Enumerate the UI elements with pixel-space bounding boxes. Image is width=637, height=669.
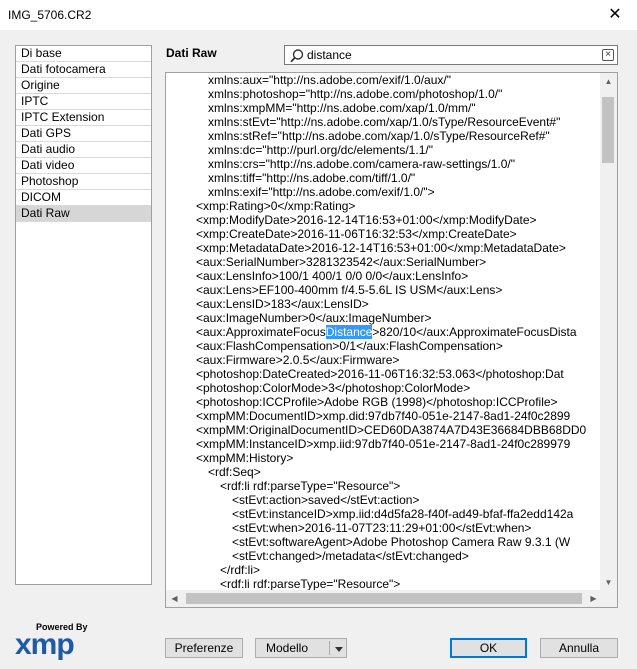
xml-line: <stEvt:action>saved</stEvt:action>	[232, 493, 420, 507]
sidebar-item[interactable]: Dati GPS	[16, 126, 151, 142]
xml-line: xmlns:crs="http://ns.adobe.com/camera-ra…	[208, 157, 515, 171]
xmp-logo-word: xmp	[15, 628, 75, 661]
xml-line: <xmpMM:History>	[196, 451, 294, 465]
horizontal-scroll-thumb[interactable]	[186, 593, 582, 604]
xmp-logo: Powered By xmp	[15, 622, 95, 662]
xml-line: <stEvt:instanceID>xmp.iid:d4d5fa28-f40f-…	[232, 507, 574, 521]
xml-line: <aux:LensInfo>100/1 400/1 0/0 0/0</aux:L…	[196, 269, 469, 283]
xml-line: <xmpMM:OriginalDocumentID>CED60DA3874A7D…	[196, 423, 587, 437]
xml-line: xmlns:dc="http://purl.org/dc/elements/1.…	[208, 143, 433, 157]
sidebar-item[interactable]: DICOM	[16, 190, 151, 206]
chevron-down-icon[interactable]	[332, 643, 346, 655]
xml-line: xmlns:exif="http://ns.adobe.com/exif/1.0…	[208, 185, 435, 199]
horizontal-scrollbar[interactable]: ◀ ▶	[166, 590, 602, 607]
xml-line: <stEvt:softwareAgent>Adobe Photoshop Cam…	[232, 535, 571, 549]
xml-text: <aux:ApproximateFocus	[196, 325, 326, 339]
clear-search-icon[interactable]: ×	[602, 49, 614, 61]
ok-button[interactable]: OK	[450, 638, 527, 658]
xml-line: <photoshop:DateCreated>2016-11-06T16:32:…	[196, 367, 564, 381]
xml-line: <aux:ApproximateFocusDistance>820/10</au…	[196, 325, 577, 339]
category-list: Di base Dati fotocamera Origine IPTC IPTC Ex…	[15, 45, 152, 585]
xml-line: <rdf:li rdf:parseType="Resource">	[220, 577, 401, 591]
sidebar-item[interactable]: Photoshop	[16, 174, 151, 190]
xml-content[interactable]: xmlns:aux="http://ns.adobe.com/exif/1.0/…	[166, 73, 597, 591]
template-button-label: Modello	[266, 641, 309, 655]
xml-line: <aux:ImageNumber>0</aux:ImageNumber>	[196, 311, 432, 325]
xml-line: <photoshop:ICCProfile>Adobe RGB (1998)</…	[196, 395, 558, 409]
xml-line: xmlns:tiff="http://ns.adobe.com/tiff/1.0…	[208, 171, 416, 185]
xml-viewer[interactable]: xmlns:aux="http://ns.adobe.com/exif/1.0/…	[165, 72, 618, 608]
cancel-button[interactable]: Annulla	[540, 638, 618, 658]
xml-line: xmlns:photoshop="http://ns.adobe.com/pho…	[208, 87, 503, 101]
sidebar-item[interactable]: Dati Raw	[16, 206, 151, 222]
search-highlight: Distance	[325, 325, 373, 339]
xml-line: <xmpMM:DocumentID>xmp.did:97db7f40-051e-…	[196, 409, 571, 423]
close-icon[interactable]: ✕	[605, 5, 625, 25]
scroll-left-icon[interactable]: ◀	[166, 590, 183, 607]
template-button[interactable]: Modello	[255, 638, 347, 658]
window-title: IMG_5706.CR2	[8, 8, 92, 22]
search-input[interactable]	[307, 47, 597, 63]
xml-line: <stEvt:changed>/metadata</stEvt:changed>	[232, 549, 469, 563]
split-divider	[329, 641, 330, 655]
sidebar-item[interactable]: Dati audio	[16, 142, 151, 158]
scroll-down-icon[interactable]: ▼	[600, 574, 617, 591]
xml-line: <rdf:li rdf:parseType="Resource">	[220, 479, 401, 493]
xml-line: <xmp:ModifyDate>2016-12-14T16:53+01:00</…	[196, 213, 537, 227]
xml-line: <xmpMM:InstanceID>xmp.iid:97db7f40-051e-…	[196, 437, 571, 451]
xml-line: <stEvt:when>2016-11-07T23:11:29+01:00</s…	[232, 521, 532, 535]
xml-line: <xmp:Rating>0</xmp:Rating>	[196, 199, 356, 213]
xml-line: </rdf:li>	[220, 563, 261, 577]
panel-title: Dati Raw	[166, 46, 217, 60]
xml-line: <rdf:Seq>	[208, 465, 261, 479]
sidebar-item[interactable]: Dati video	[16, 158, 151, 174]
scroll-up-icon[interactable]: ▲	[600, 73, 617, 90]
vertical-scroll-thumb[interactable]	[602, 97, 614, 163]
xml-text: >820/10</aux:ApproximateFocusDista	[372, 325, 577, 339]
xml-line: <aux:LensID>183</aux:LensID>	[196, 297, 369, 311]
xml-line: xmlns:aux="http://ns.adobe.com/exif/1.0/…	[208, 73, 451, 87]
sidebar-item[interactable]: Dati fotocamera	[16, 62, 151, 78]
xml-line: <xmp:MetadataDate>2016-12-14T16:53+01:00…	[196, 241, 566, 255]
xml-line: <aux:FlashCompensation>0/1</aux:FlashCom…	[196, 339, 503, 353]
vertical-scrollbar[interactable]: ▲ ▼	[600, 73, 617, 591]
xml-line: xmlns:stEvt="http://ns.adobe.com/xap/1.0…	[208, 115, 561, 129]
xml-line: <xmp:CreateDate>2016-11-06T16:32:53</xmp…	[196, 227, 517, 241]
xml-line: <aux:Lens>EF100-400mm f/4.5-5.6L IS USM<…	[196, 283, 503, 297]
xml-line: <aux:Firmware>2.0.5</aux:Firmware>	[196, 353, 400, 367]
sidebar-item[interactable]: IPTC	[16, 94, 151, 110]
preferences-button[interactable]: Preferenze	[165, 638, 243, 658]
xml-line: xmlns:stRef="http://ns.adobe.com/xap/1.0…	[208, 129, 550, 143]
sidebar-item[interactable]: IPTC Extension	[16, 110, 151, 126]
scroll-corner	[600, 590, 617, 607]
sidebar-item[interactable]: Di base	[16, 46, 151, 62]
xml-line: xmlns:xmpMM="http://ns.adobe.com/xap/1.0…	[208, 101, 476, 115]
sidebar-item[interactable]: Origine	[16, 78, 151, 94]
xml-line: <photoshop:ColorMode>3</photoshop:ColorM…	[196, 381, 471, 395]
title-bar: IMG_5706.CR2 ✕	[0, 0, 637, 30]
search-icon	[290, 49, 304, 63]
xml-line: <aux:SerialNumber>3281323542</aux:Serial…	[196, 255, 487, 269]
search-box[interactable]: ×	[284, 45, 618, 65]
